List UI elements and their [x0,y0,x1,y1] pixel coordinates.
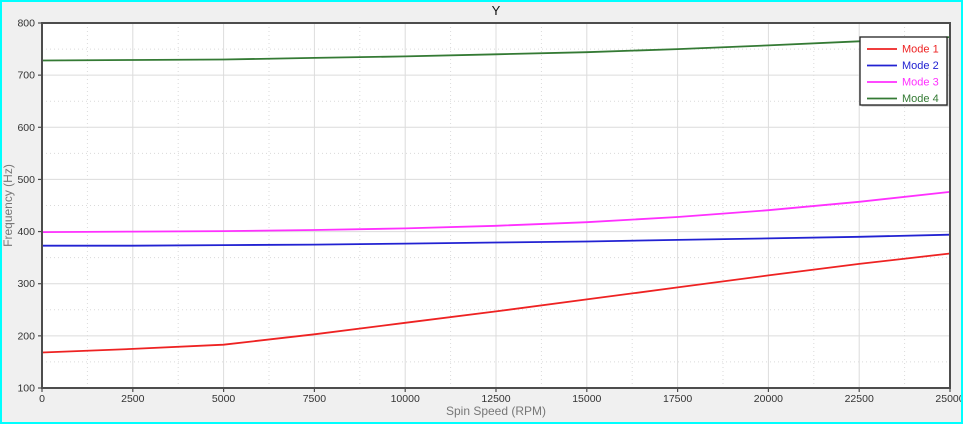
x-tick-label: 7500 [303,393,327,405]
x-tick-label: 0 [39,393,45,405]
y-tick-label: 400 [17,226,35,238]
legend-label: Mode 4 [902,93,939,105]
x-tick-label: 5000 [212,393,236,405]
y-tick-label: 300 [17,278,35,290]
y-tick-label: 500 [17,174,35,186]
x-tick-label: 25000 [935,393,963,405]
legend-label: Mode 3 [902,77,939,89]
x-tick-label: 17500 [663,393,692,405]
x-tick-label: 22500 [845,393,874,405]
x-tick-label: 10000 [391,393,420,405]
legend-label: Mode 1 [902,44,939,56]
legend-label: Mode 2 [902,60,939,72]
x-tick-label: 15000 [572,393,601,405]
x-tick-label: 20000 [754,393,783,405]
legend: Mode 1 Mode 2 Mode 3 Mode 4 [860,37,949,107]
y-axis-label: Frequency (Hz) [1,164,15,247]
campbell-chart: 0250050007500100001250015000175002000022… [0,0,963,424]
y-tick-label: 200 [17,330,35,342]
y-tick-label: 700 [17,70,35,82]
y-tick-label: 800 [17,18,35,30]
x-tick-label: 2500 [121,393,145,405]
chart-title: Y [492,3,501,18]
y-tick-label: 600 [17,122,35,134]
x-axis-label: Spin Speed (RPM) [446,404,546,418]
plot-window: 0250050007500100001250015000175002000022… [0,0,963,424]
y-tick-label: 100 [17,383,35,395]
